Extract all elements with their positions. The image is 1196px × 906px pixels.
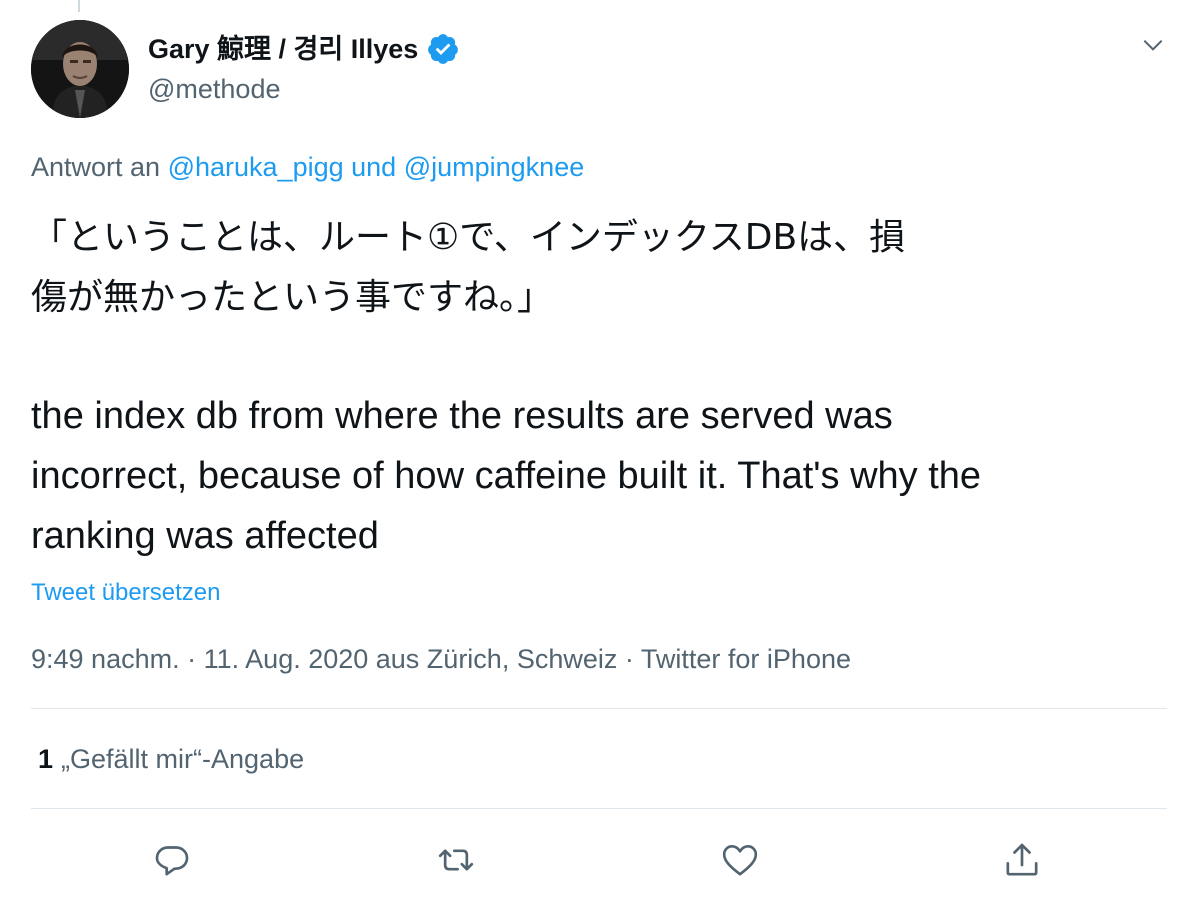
retweet-icon: [438, 849, 474, 871]
reply-to-user-1[interactable]: @haruka_pigg: [168, 152, 344, 182]
like-icon: [722, 845, 758, 876]
reply-to-prefix: Antwort an: [31, 152, 161, 182]
tweet-text-jp-line-1: 「ということは、ルート①で、インデックスDBは、損: [31, 217, 906, 258]
tweet-date-location[interactable]: 11. Aug. 2020 aus Zürich, Schweiz: [204, 644, 618, 674]
share-button[interactable]: [1000, 838, 1044, 882]
translate-tweet-link[interactable]: Tweet übersetzen: [31, 576, 220, 610]
share-icon: [1006, 843, 1038, 876]
tweet-text-jp-line-2: 傷が無かったという事ですね。」: [31, 277, 554, 318]
tweet-time[interactable]: 9:49 nachm.: [31, 644, 180, 674]
author-name-row[interactable]: Gary 鯨理 / 경리 Illyes: [148, 30, 460, 68]
tweet-text-en-line-1: the index db from where the results are …: [31, 395, 893, 437]
like-button[interactable]: [718, 838, 762, 882]
tweet-card: Gary 鯨理 / 경리 Illyes @methode Antwort an …: [0, 0, 1196, 906]
reply-to-user-2[interactable]: @jumpingknee: [404, 152, 585, 182]
verified-badge-icon: [428, 34, 459, 64]
avatar[interactable]: [31, 20, 129, 118]
meta-separator: ·: [624, 644, 634, 674]
reply-to-line: Antwort an @haruka_pigg und @jumpingknee: [31, 148, 584, 186]
reply-button[interactable]: [150, 838, 194, 882]
meta-separator: ·: [187, 644, 197, 674]
tweet-text-japanese: 「ということは、ルート①で、インデックスDBは、損 傷が無かったという事ですね。…: [31, 208, 1171, 328]
divider: [31, 708, 1167, 709]
reply-to-joiner: und: [351, 152, 397, 182]
retweet-button[interactable]: [434, 838, 478, 882]
tweet-text-en-line-3: ranking was affected: [31, 515, 379, 557]
tweet-source[interactable]: Twitter for iPhone: [641, 644, 851, 674]
author-name[interactable]: Gary 鯨理 / 경리 Illyes: [148, 30, 418, 68]
tweet-text-en-line-2: incorrect, because of how caffeine built…: [31, 455, 982, 497]
more-options-chevron-down-icon[interactable]: [1138, 30, 1168, 60]
author-handle[interactable]: @methode: [148, 70, 280, 108]
reply-icon: [155, 846, 189, 876]
likes-label: „Gefällt mir“-Angabe: [61, 744, 305, 774]
thread-line: [78, 0, 80, 12]
divider: [31, 808, 1167, 809]
tweet-meta: 9:49 nachm. · 11. Aug. 2020 aus Zürich, …: [31, 640, 851, 678]
likes-stat[interactable]: 1 „Gefällt mir“-Angabe: [38, 740, 304, 778]
tweet-text-english: the index db from where the results are …: [31, 386, 1171, 566]
likes-count: 1: [38, 744, 54, 774]
